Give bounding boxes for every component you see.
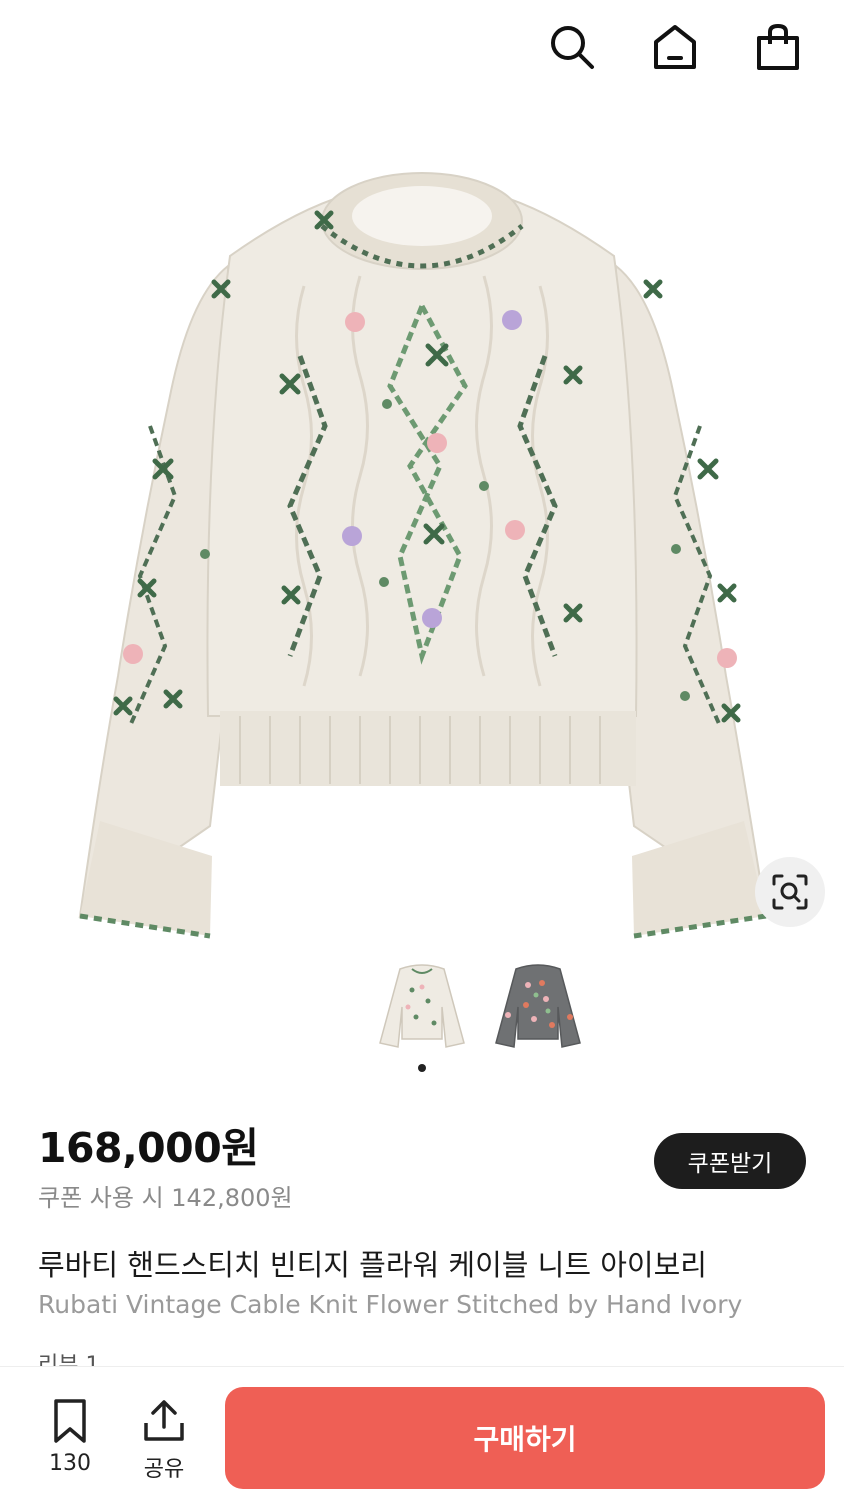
coupon-price: 쿠폰 사용 시 142,800원: [38, 1184, 293, 1212]
review-count-label: 리뷰 1: [38, 1353, 100, 1366]
product-title-english: Rubati Vintage Cable Knit Flower Stitche…: [38, 1290, 743, 1319]
search-icon[interactable]: [545, 20, 599, 74]
share-button[interactable]: 공유: [129, 1397, 199, 1483]
review-count[interactable]: 리뷰 1: [38, 1352, 99, 1366]
thumbnail-gray[interactable]: [488, 955, 588, 1055]
thumbnail-ivory[interactable]: [372, 955, 472, 1055]
share-label: 공유: [143, 1457, 185, 1482]
top-bar: [0, 0, 844, 96]
coupon-button[interactable]: 쿠폰받기: [654, 1133, 806, 1189]
product-price: 168,000원: [38, 1124, 259, 1172]
share-icon: [144, 1400, 184, 1441]
sweater-illustration: [78, 172, 768, 939]
bookmark-button[interactable]: 130: [35, 1397, 105, 1476]
product-image[interactable]: [0, 96, 844, 946]
lens-icon: [772, 874, 808, 910]
bookmark-icon: [54, 1399, 86, 1443]
visual-search-button[interactable]: [755, 857, 825, 927]
gallery-pagination-dot: [418, 1064, 426, 1072]
bookmark-count: 130: [49, 1451, 91, 1476]
buy-button[interactable]: 구매하기: [225, 1387, 825, 1489]
product-title-korean: 루바티 핸드스티치 빈티지 플라워 케이블 니트 아이보리: [38, 1248, 707, 1282]
color-thumbnails: [0, 955, 844, 1065]
shopping-bag-icon[interactable]: [751, 20, 805, 74]
home-icon[interactable]: [648, 20, 702, 74]
bottom-action-bar: 130 공유 구매하기: [0, 1366, 844, 1500]
